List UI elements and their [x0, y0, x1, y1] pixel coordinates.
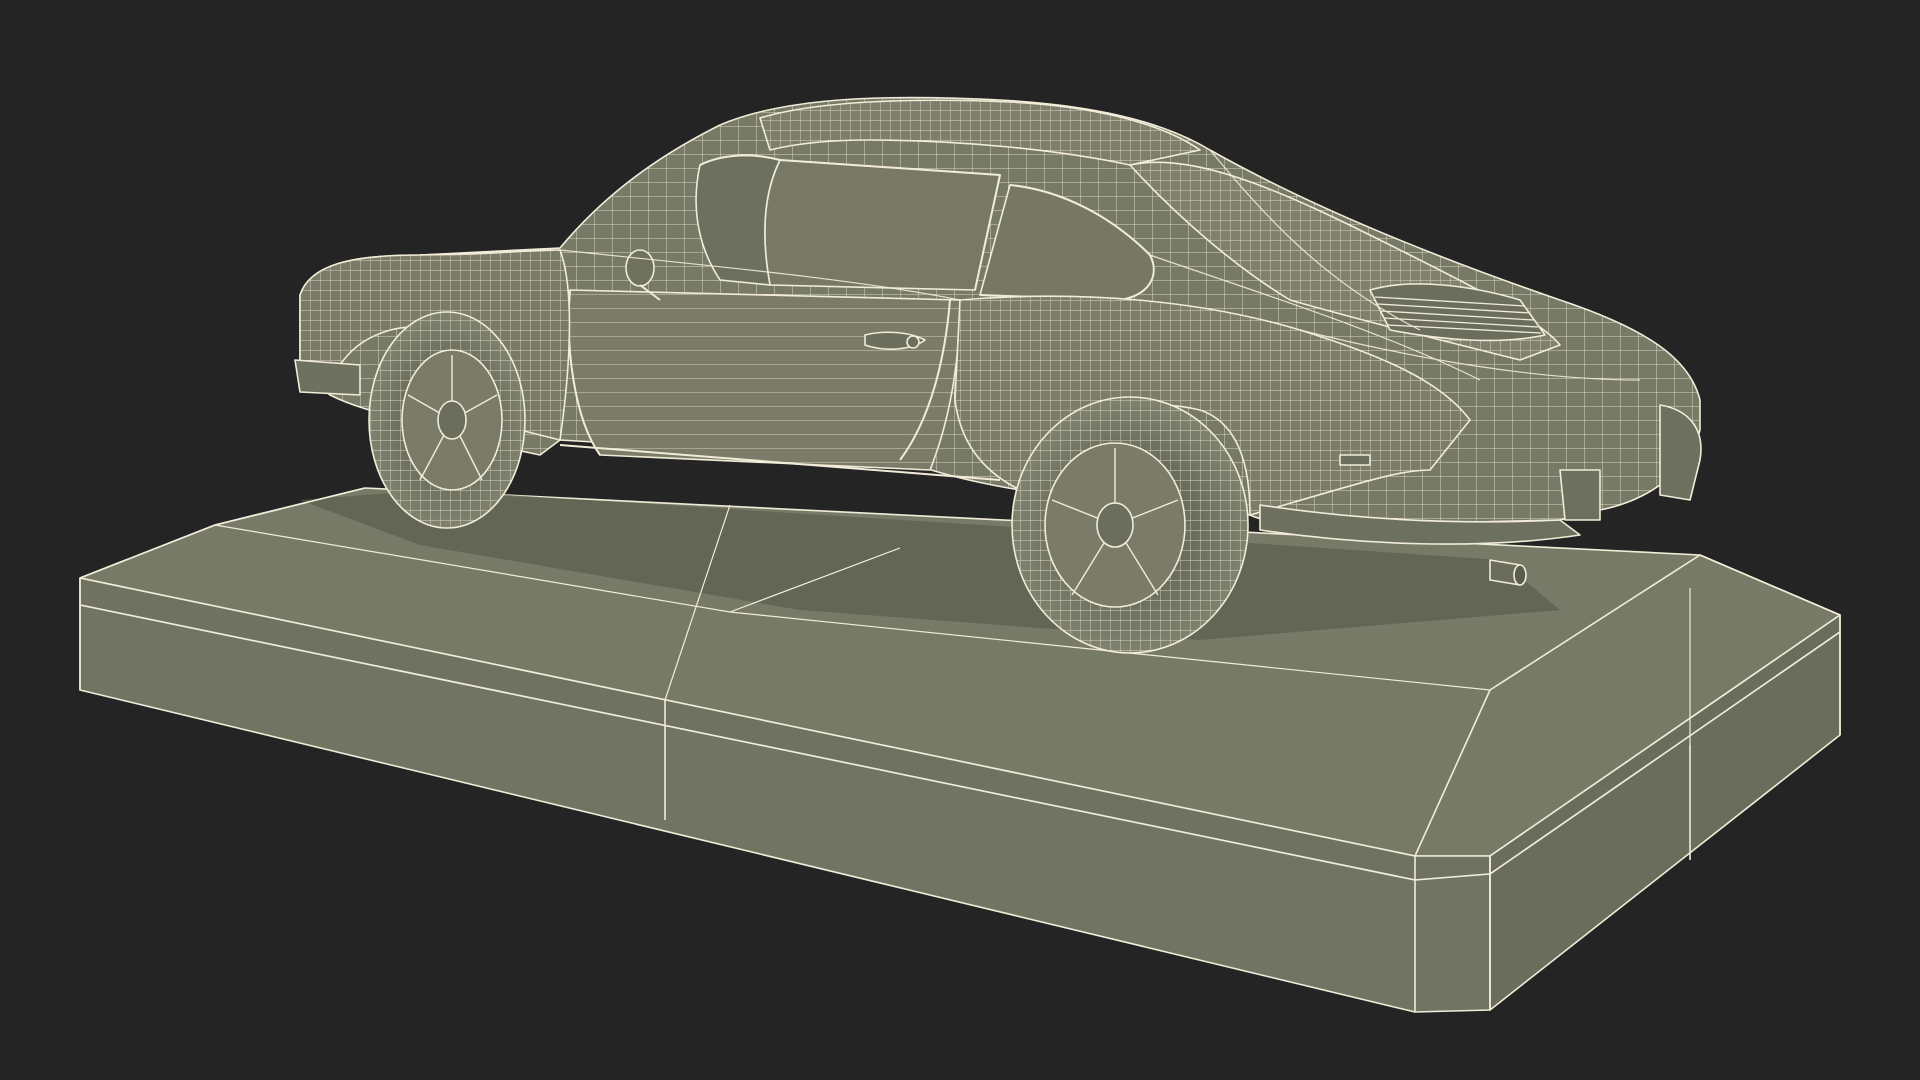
front-bumper: [294, 359, 361, 396]
wireframe-render-viewport: [0, 0, 1920, 1080]
front-wheel: [368, 311, 526, 529]
rear-reflector: [1339, 454, 1371, 466]
rear-hub: [1096, 502, 1134, 548]
front-hub: [437, 400, 467, 440]
door-panel-mesh: [568, 290, 960, 470]
door-window: [764, 159, 1001, 291]
rear-bumper-guard-left: [1559, 469, 1601, 521]
rear-wheel: [1011, 396, 1249, 654]
